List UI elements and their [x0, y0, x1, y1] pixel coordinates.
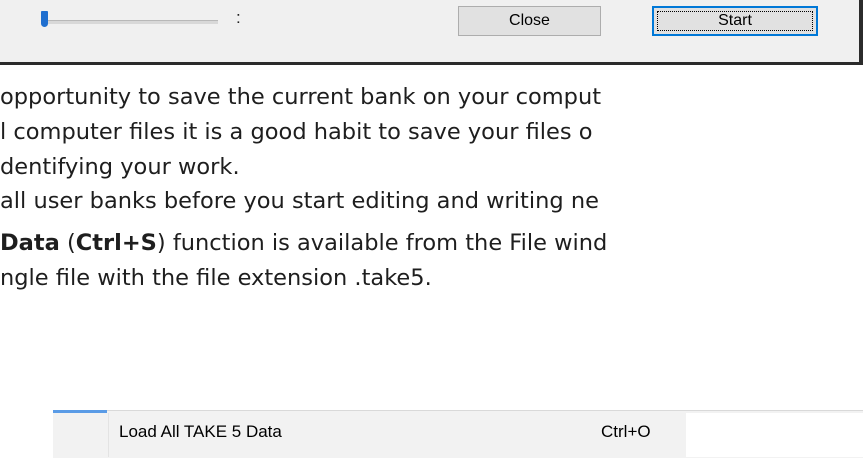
- menu-item-shortcut: Ctrl+O: [601, 422, 651, 441]
- start-button[interactable]: Start: [652, 6, 818, 36]
- menu-edge: [686, 413, 863, 457]
- text-line: Data (Ctrl+S) function is available from…: [0, 226, 607, 261]
- close-button-label: Close: [509, 12, 550, 29]
- paragraph-user-banks: all user banks before you start editing …: [0, 184, 599, 219]
- menu-separator: [108, 413, 109, 457]
- text-line: l computer files it is a good habit to s…: [0, 119, 593, 145]
- progress-slider-thumb[interactable]: [41, 11, 48, 27]
- text-run: ) function is available from the File wi…: [156, 230, 608, 256]
- focus-rectangle: [657, 11, 813, 31]
- text-run: (: [59, 230, 76, 256]
- paragraph-save-function: Data (Ctrl+S) function is available from…: [0, 226, 607, 296]
- menu-highlight-accent: [53, 410, 107, 413]
- bold-shortcut: Ctrl+S: [75, 230, 157, 256]
- dialog-right-border: [859, 0, 863, 65]
- bold-text: Data: [0, 230, 60, 256]
- text-line: opportunity to save the current bank on …: [0, 84, 602, 110]
- text-line: dentifying your work.: [0, 154, 240, 180]
- close-button[interactable]: Close: [458, 6, 601, 36]
- text-line: ngle file with the file extension .take5…: [0, 265, 432, 291]
- progress-slider-track[interactable]: [42, 20, 218, 24]
- text-line: all user banks before you start editing …: [0, 188, 599, 214]
- menu-item-load-all-data[interactable]: Load All TAKE 5 Data: [119, 422, 282, 442]
- menu-icon-column: [53, 413, 107, 457]
- paragraph-save-bank: opportunity to save the current bank on …: [0, 80, 601, 185]
- time-label: :: [236, 8, 241, 27]
- dialog-bottom-border: [0, 62, 863, 65]
